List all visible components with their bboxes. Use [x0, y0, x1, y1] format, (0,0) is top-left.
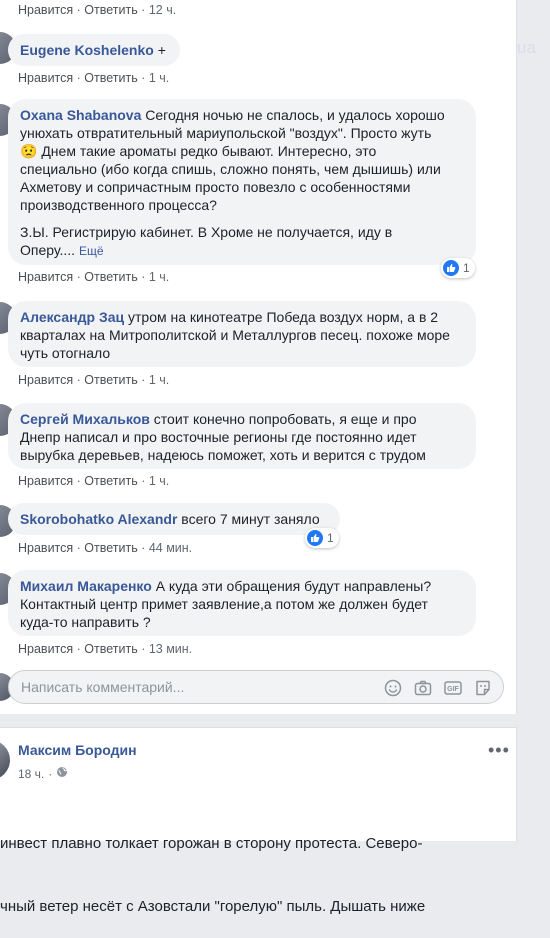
comment-actions: Нравится · Ответить · 1 ч. — [18, 71, 170, 85]
reaction-number: 1 — [463, 261, 470, 275]
comment-time[interactable]: 1 ч. — [149, 474, 169, 488]
comment-author[interactable]: Eugene Koshelenko — [20, 42, 154, 58]
like-link[interactable]: Нравится — [18, 3, 73, 17]
post-line: инвест плавно толкает горожан в сторону … — [0, 835, 423, 852]
comment-time[interactable]: 44 мин. — [149, 541, 192, 555]
page-background: ua — [517, 0, 550, 840]
reaction-number: 1 — [327, 531, 334, 545]
reply-link[interactable]: Ответить — [84, 3, 137, 17]
reply-link[interactable]: Ответить — [84, 373, 137, 387]
watermark: ua — [517, 38, 536, 57]
comment-line: куда-то направить ? — [20, 614, 151, 630]
reply-link[interactable]: Ответить — [84, 71, 137, 85]
comment-actions-top: Нравится · Ответить · 12 ч. — [18, 3, 177, 17]
comment-bubble-mikhalkov: Сергей Михальков стоит конечно попробова… — [8, 403, 476, 469]
comment-text: Oxana Shabanova Сегодня ночью не спалось… — [20, 106, 464, 214]
comment-time[interactable]: 12 ч. — [149, 3, 176, 17]
comment-line: утром на кинотеатре Победа воздух норм, … — [128, 309, 439, 325]
comment-time[interactable]: 1 ч. — [149, 270, 169, 284]
comment-time[interactable]: 13 мин. — [149, 642, 192, 656]
like-icon — [443, 260, 459, 276]
reaction-count[interactable]: 1 — [441, 258, 475, 278]
comment-actions: Нравится · Ответить · 1 ч. — [18, 270, 170, 284]
comment-placeholder: Написать комментарий... — [21, 679, 185, 695]
post-author[interactable]: Максим Бородин — [18, 742, 137, 758]
comment-time[interactable]: 1 ч. — [149, 373, 169, 387]
comment-line: Ахметову и сопричастным просто повезло с… — [20, 179, 411, 195]
more-dots-icon[interactable]: ••• — [488, 740, 510, 761]
comment-line: вырубка деревьев, надеюсь поможет, хоть … — [20, 447, 426, 463]
comment-line: стоит конечно попробовать, я еще и про — [153, 411, 417, 427]
comment-actions: Нравится · Ответить · 1 ч. — [18, 373, 170, 387]
sticker-icon[interactable] — [473, 678, 493, 698]
comment-bubble-shabanova: Oxana Shabanova Сегодня ночью не спалось… — [8, 99, 476, 265]
comment-line: унюхать отвратительный мариупольской "во… — [20, 125, 432, 141]
comment-bubble-makarenko: Михаил Макаренко А куда эти обращения бу… — [8, 570, 476, 636]
like-link[interactable]: Нравится — [18, 642, 73, 656]
reply-link[interactable]: Ответить — [84, 642, 137, 656]
comment-bubble-zats: Александр Зац утром на кинотеатре Победа… — [8, 301, 476, 367]
comment-line: специально (ибо когда спишь, сложно поня… — [20, 161, 441, 177]
comment-author[interactable]: Александр Зац — [20, 309, 124, 325]
comment-line: 😟 Днем такие ароматы редко бывают. Интер… — [20, 143, 377, 159]
reply-link[interactable]: Ответить — [84, 270, 137, 284]
comment-line: З.Ы. Регистрирую кабинет. В Хроме не пол… — [20, 224, 393, 240]
post-meta: 18 ч. · — [18, 766, 68, 781]
see-more-link[interactable]: Ещё — [79, 244, 104, 258]
comment-line: А куда эти обращения будут направлены? — [155, 578, 432, 594]
like-link[interactable]: Нравится — [18, 270, 73, 284]
comment-author[interactable]: Oxana Shabanova — [20, 107, 141, 123]
reaction-count[interactable]: 1 — [305, 528, 339, 548]
comment-bubble-skorobohatko: Skorobohatko Alexandr всего 7 минут заня… — [8, 503, 340, 535]
like-link[interactable]: Нравится — [18, 71, 73, 85]
post-text: инвест плавно толкает горожан в сторону … — [0, 791, 516, 938]
comments-card: Нравится · Ответить · 12 ч. Eugene Koshe… — [0, 0, 517, 714]
comment-line: Днепр написал и про восточные регионы гд… — [20, 429, 417, 445]
like-link[interactable]: Нравится — [18, 373, 73, 387]
globe-icon — [56, 766, 68, 781]
post-time[interactable]: 18 ч. — [18, 767, 44, 781]
comment-line: Сегодня ночью не спалось, и удалось хоро… — [145, 107, 445, 123]
like-link[interactable]: Нравится — [18, 474, 73, 488]
post-line: чный ветер несёт с Азовстали "горелую" п… — [0, 898, 426, 915]
comment-actions: Нравится · Ответить · 1 ч. — [18, 474, 170, 488]
comment-line: производственного процесса? — [20, 197, 217, 213]
reply-link[interactable]: Ответить — [84, 541, 137, 555]
comment-line: Оперу.... — [20, 242, 76, 258]
comment-line: всего 7 минут заняло — [181, 511, 320, 527]
camera-icon[interactable] — [413, 678, 433, 698]
comment-input[interactable]: Написать комментарий... GIF — [8, 670, 504, 704]
comment-line: чуть отогнало — [20, 345, 111, 361]
comment-bubble-koshelenko: Eugene Koshelenko + — [8, 34, 180, 66]
comment-author[interactable]: Skorobohatko Alexandr — [20, 511, 177, 527]
comment-time[interactable]: 1 ч. — [149, 71, 169, 85]
comment-actions: Нравится · Ответить · 44 мин. — [18, 541, 193, 555]
emoji-icon[interactable] — [383, 678, 403, 698]
comment-author[interactable]: Михаил Макаренко — [20, 578, 152, 594]
like-link[interactable]: Нравится — [18, 541, 73, 555]
svg-text:GIF: GIF — [447, 686, 459, 693]
reply-link[interactable]: Ответить — [84, 474, 137, 488]
comment-line: Контактный центр примет заявление,а пото… — [20, 596, 428, 612]
gif-icon[interactable]: GIF — [443, 678, 463, 698]
comment-text-2: З.Ы. Регистрирую кабинет. В Хроме не пол… — [20, 223, 464, 260]
mention-suffix: + — [157, 42, 166, 58]
like-icon — [307, 530, 323, 546]
comment-author[interactable]: Сергей Михальков — [20, 411, 150, 427]
comment-line: кварталах на Митрополитской и Металлурго… — [20, 327, 450, 343]
comment-actions: Нравится · Ответить · 13 мин. — [18, 642, 193, 656]
